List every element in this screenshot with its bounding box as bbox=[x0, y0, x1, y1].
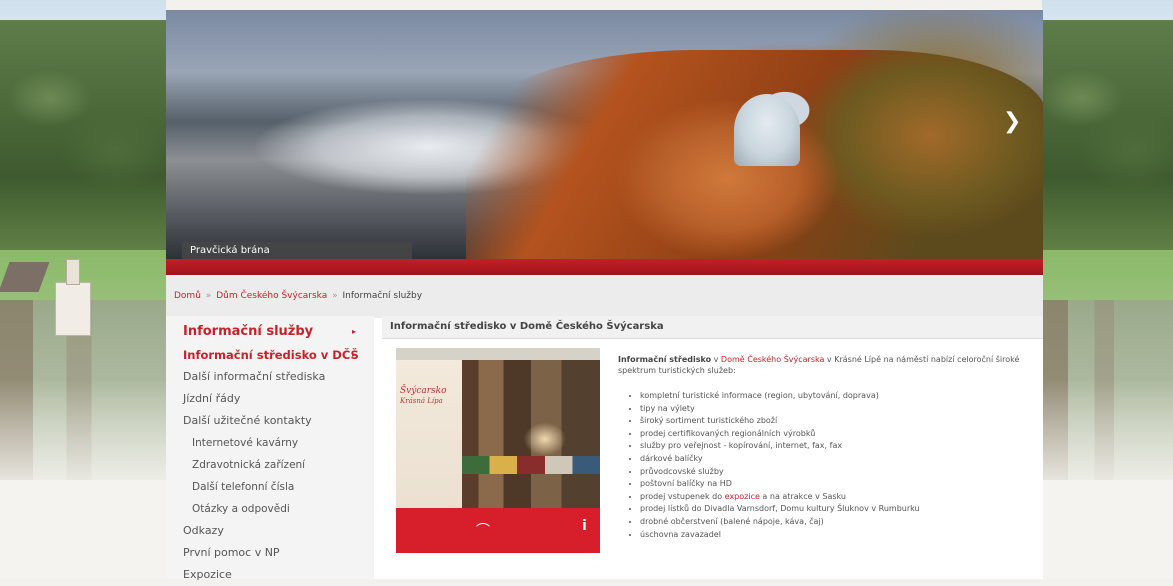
sidebar-item-label: První pomoc v NP bbox=[183, 546, 280, 559]
info-center-photo: Švýcarsko Krásná Lípa ⌒ i bbox=[396, 348, 600, 553]
sidebar-item-label: Otázky a odpovědi bbox=[192, 503, 290, 515]
sidebar-item-label: Další informační střediska bbox=[183, 370, 326, 383]
list-item: prodej certifikovaných regionálních výro… bbox=[640, 428, 1030, 441]
sidebar-item-informacni-stredisko[interactable]: Informační středisko v DČŠ ▸ bbox=[166, 344, 374, 366]
list-item: poštovní balíčky na HD bbox=[640, 478, 1030, 491]
list-item: drobné občerstvení (balené nápoje, káva,… bbox=[640, 516, 1030, 529]
list-item: tipy na výlety bbox=[640, 403, 1030, 416]
photo-panel-title: Švýcarsko Krásná Lípa bbox=[400, 386, 447, 405]
list-item: široký sortiment turistického zboží bbox=[640, 415, 1030, 428]
sidebar-item-label: Odkazy bbox=[183, 524, 224, 537]
sidebar-item-label: Jízdní řády bbox=[183, 392, 241, 405]
sidebar-item-kontakty[interactable]: Další užitečné kontakty bbox=[166, 410, 374, 432]
breadcrumb-separator: » bbox=[332, 291, 338, 301]
breadcrumb: Domů » Dům Českého Švýcarska » Informačn… bbox=[166, 275, 1043, 318]
church-building bbox=[55, 259, 91, 336]
sidebar-item-label: Informační služby bbox=[183, 324, 314, 339]
list-item: prodej lístků do Divadla Varnsdorf, Domu… bbox=[640, 503, 1030, 516]
main-content: Informační středisko v Domě Českého Švýc… bbox=[382, 316, 1043, 579]
sidebar-item-zdravotnicka[interactable]: Zdravotnická zařízení bbox=[166, 454, 374, 476]
chevron-right-icon[interactable]: ❯ bbox=[1003, 110, 1021, 134]
lead-paragraph: Informační středisko v Domě Českého Švýc… bbox=[618, 355, 1020, 375]
arrow-right-icon: ▸ bbox=[351, 327, 356, 336]
breadcrumb-home[interactable]: Domů bbox=[174, 291, 201, 301]
list-item: kompletní turistické informace (region, … bbox=[640, 390, 1030, 403]
arrow-right-icon: ▸ bbox=[351, 350, 356, 359]
sidebar-item-odkazy[interactable]: Odkazy bbox=[166, 520, 374, 542]
logo-icon: ⌒ bbox=[476, 523, 490, 539]
expozice-link[interactable]: expozice bbox=[725, 492, 760, 501]
sidebar-item-dalsi-strediska[interactable]: Další informační střediska bbox=[166, 366, 374, 388]
sidebar-item-label: Další užitečné kontakty bbox=[183, 414, 312, 427]
description-text: Informační středisko v Domě Českého Švýc… bbox=[618, 354, 1030, 541]
list-item: služby pro veřejnost - kopírování, inter… bbox=[640, 440, 1030, 453]
main-column: Pravčická brána ❯ Domů » Dům Českého Švý… bbox=[166, 10, 1043, 581]
sidebar-item-jizdni-rady[interactable]: Jízdní řády bbox=[166, 388, 374, 410]
sidebar-item-label: Zdravotnická zařízení bbox=[192, 459, 306, 471]
sidebar-item-otazky[interactable]: Otázky a odpovědi bbox=[166, 498, 374, 520]
info-icon: i bbox=[582, 518, 587, 534]
breadcrumb-separator: » bbox=[205, 291, 212, 301]
sidebar-item-telefonni-cisla[interactable]: Další telefonní čísla bbox=[166, 476, 374, 498]
list-item: průvodcovské služby bbox=[640, 466, 1030, 479]
house-link[interactable]: Domě Českého Švýcarska bbox=[721, 355, 824, 364]
sidebar-menu: Informační služby ▸ Informační středisko… bbox=[166, 316, 374, 581]
banner-caption: Pravčická brána bbox=[182, 242, 412, 259]
sidebar-item-label: Informační středisko v DČŠ bbox=[183, 348, 359, 362]
sidebar-item-label: Další telefonní čísla bbox=[192, 481, 295, 493]
breadcrumb-house[interactable]: Dům Českého Švýcarska bbox=[216, 291, 327, 301]
list-item: dárkové balíčky bbox=[640, 453, 1030, 466]
sidebar-item-label: Internetové kavárny bbox=[192, 437, 299, 449]
list-item: úschovna zavazadel bbox=[640, 529, 1030, 542]
sidebar-item-label: Expozice bbox=[183, 568, 232, 581]
hero-banner: Pravčická brána ❯ bbox=[166, 10, 1043, 259]
red-divider bbox=[166, 259, 1043, 275]
services-list: kompletní turistické informace (region, … bbox=[618, 390, 1030, 541]
breadcrumb-current: Informační služby bbox=[342, 291, 423, 301]
sidebar-item-informacni-sluzby[interactable]: Informační služby ▸ bbox=[166, 320, 374, 344]
background-right bbox=[1042, 0, 1173, 579]
list-item-expozice: prodej vstupenek do expozice a na atrakc… bbox=[640, 491, 1030, 504]
sidebar-item-kavarny[interactable]: Internetové kavárny bbox=[166, 432, 374, 454]
rock-arch-image bbox=[734, 94, 800, 166]
background-left bbox=[0, 0, 166, 579]
sidebar-item-expozice[interactable]: Expozice bbox=[166, 564, 374, 586]
page-title: Informační středisko v Domě Českého Švýc… bbox=[382, 316, 1043, 339]
sidebar-item-prvni-pomoc[interactable]: První pomoc v NP bbox=[166, 542, 374, 564]
